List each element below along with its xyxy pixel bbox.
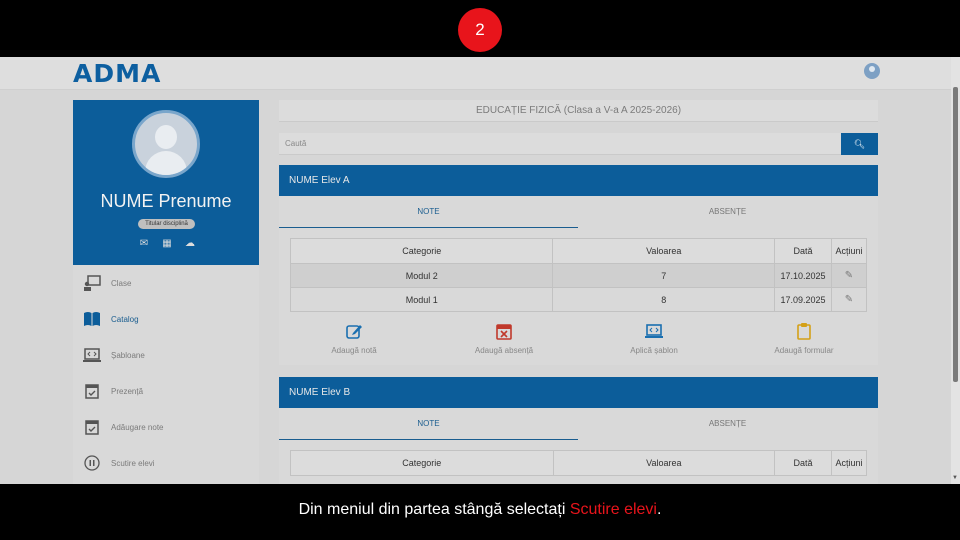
avatar <box>132 110 200 178</box>
clipboard-icon <box>797 323 811 340</box>
column-header: Acțiuni <box>831 238 867 264</box>
tutorial-top-bar: 2 <box>0 0 960 57</box>
search-input[interactable]: Caută <box>279 133 841 155</box>
edit-icon[interactable]: ✎ <box>831 263 867 288</box>
tab-note[interactable]: NOTE <box>279 408 578 440</box>
scrollbar-thumb[interactable] <box>953 87 958 382</box>
app-header: ADMA <box>0 57 951 90</box>
column-header: Dată <box>774 450 832 476</box>
sidebar-item-catalog[interactable]: Catalog <box>73 301 259 337</box>
sidebar-menu: Clase Catalog Șabloane Prezență Adăugare… <box>73 265 259 484</box>
tab-absente[interactable]: ABSENȚE <box>578 408 877 440</box>
profile-name: NUME Prenume <box>100 191 232 211</box>
scroll-down-icon[interactable]: ▼ <box>952 475 958 481</box>
edit-square-icon <box>346 325 362 339</box>
calendar-check-icon <box>85 384 99 399</box>
sidebar-item-prezenta[interactable]: Prezență <box>73 373 259 409</box>
cell-value: 8 <box>552 287 776 312</box>
grades-table: Categorie Valoarea Dată Acțiuni <box>290 450 868 476</box>
column-header: Dată <box>774 238 832 264</box>
caption-text: Din meniul din partea stângă selectați <box>298 501 570 518</box>
column-header: Valoarea <box>552 238 776 264</box>
student-tabs: NOTE ABSENȚE <box>279 408 878 440</box>
action-label: Aplică șablon <box>630 346 678 355</box>
add-form-button[interactable]: Adaugă formular <box>729 322 879 355</box>
sidebar-item-label: Catalog <box>111 314 139 324</box>
cloud-upload-icon[interactable]: ☁ <box>183 238 197 249</box>
action-label: Adaugă notă <box>331 346 377 355</box>
apply-template-button[interactable]: Aplică șablon <box>579 322 729 355</box>
tab-absente[interactable]: ABSENȚE <box>578 196 877 228</box>
sidebar-item-label: Adăugare note <box>111 422 164 432</box>
instruction-caption: Din meniul din partea stângă selectați S… <box>0 484 960 540</box>
step-badge: 2 <box>458 8 502 52</box>
calendar-check-icon <box>85 420 99 435</box>
caption-highlight: Scutire elevi <box>569 501 657 518</box>
sidebar-item-label: Scutire elevi <box>111 458 155 468</box>
student-name: NUME Elev A <box>279 165 878 196</box>
search-button[interactable]: 🔍︎ <box>841 133 878 155</box>
calendar-x-icon <box>496 324 512 340</box>
add-absence-button[interactable]: Adaugă absență <box>429 322 579 355</box>
sidebar-item-label: Șabloane <box>111 350 145 360</box>
column-header: Valoarea <box>552 450 776 476</box>
student-tabs: NOTE ABSENȚE <box>279 196 878 228</box>
column-header: Categorie <box>290 450 554 476</box>
student-card: NUME Elev B NOTE ABSENȚE Categorie Valoa… <box>279 377 878 484</box>
student-name: NUME Elev B <box>279 377 878 408</box>
page-scrollbar[interactable]: ▼ <box>951 57 960 484</box>
edit-icon[interactable]: ✎ <box>831 287 867 312</box>
column-header: Acțiuni <box>830 450 868 476</box>
cell-date: 17.09.2025 <box>774 287 832 312</box>
pause-circle-icon <box>84 455 100 471</box>
classroom-icon <box>84 275 101 291</box>
caption-end: . <box>656 501 662 518</box>
action-label: Adaugă absență <box>474 346 534 355</box>
sidebar-item-adaugare-note[interactable]: Adăugare note <box>73 409 259 445</box>
cell-category: Modul 2 <box>289 263 554 288</box>
search-icon: 🔍︎ <box>853 139 866 149</box>
sidebar-item-clase[interactable]: Clase <box>73 265 259 301</box>
student-card: NUME Elev A NOTE ABSENȚE Categorie Valoa… <box>279 165 878 365</box>
grades-table: Categorie Valoarea Dată Acțiuni Modul 2 … <box>289 238 867 312</box>
table-row: Modul 1 8 17.09.2025 ✎ <box>289 287 867 312</box>
add-grade-button[interactable]: Adaugă notă <box>279 322 429 355</box>
action-label: Adaugă formular <box>774 346 834 355</box>
cell-category: Modul 1 <box>289 287 554 312</box>
envelope-icon[interactable]: ✉ <box>137 238 151 249</box>
sidebar-item-label: Prezență <box>111 386 144 396</box>
student-actions: Adaugă notă Adaugă absență Aplică șablon… <box>279 322 878 364</box>
app-window: ADMA ▼ NUME Prenume Titular disciplină ✉… <box>0 57 960 484</box>
user-account-icon[interactable] <box>864 63 880 79</box>
role-badge: Titular disciplină <box>138 219 195 229</box>
column-header: Categorie <box>289 238 554 264</box>
tab-note[interactable]: NOTE <box>279 196 578 228</box>
table-row: Modul 2 7 17.10.2025 ✎ <box>289 263 867 288</box>
sidebar-item-label: Clase <box>111 278 132 288</box>
cell-value: 7 <box>552 263 776 288</box>
sidebar-item-sabloane[interactable]: Șabloane <box>73 337 259 373</box>
template-icon <box>645 324 663 338</box>
app-logo[interactable]: ADMA <box>73 59 161 88</box>
profile-card: NUME Prenume Titular disciplină ✉ ▦ ☁ <box>73 100 259 265</box>
template-icon <box>83 348 101 362</box>
book-icon <box>84 312 100 326</box>
subject-title: EDUCAȚIE FIZICĂ (Clasa a V-a A 2025-2026… <box>279 100 878 122</box>
sidebar-item-scutire-elevi[interactable]: Scutire elevi <box>73 445 259 481</box>
profile-actions: ✉ ▦ ☁ <box>137 238 197 249</box>
cell-date: 17.10.2025 <box>774 263 832 288</box>
calendar-icon[interactable]: ▦ <box>160 238 174 249</box>
